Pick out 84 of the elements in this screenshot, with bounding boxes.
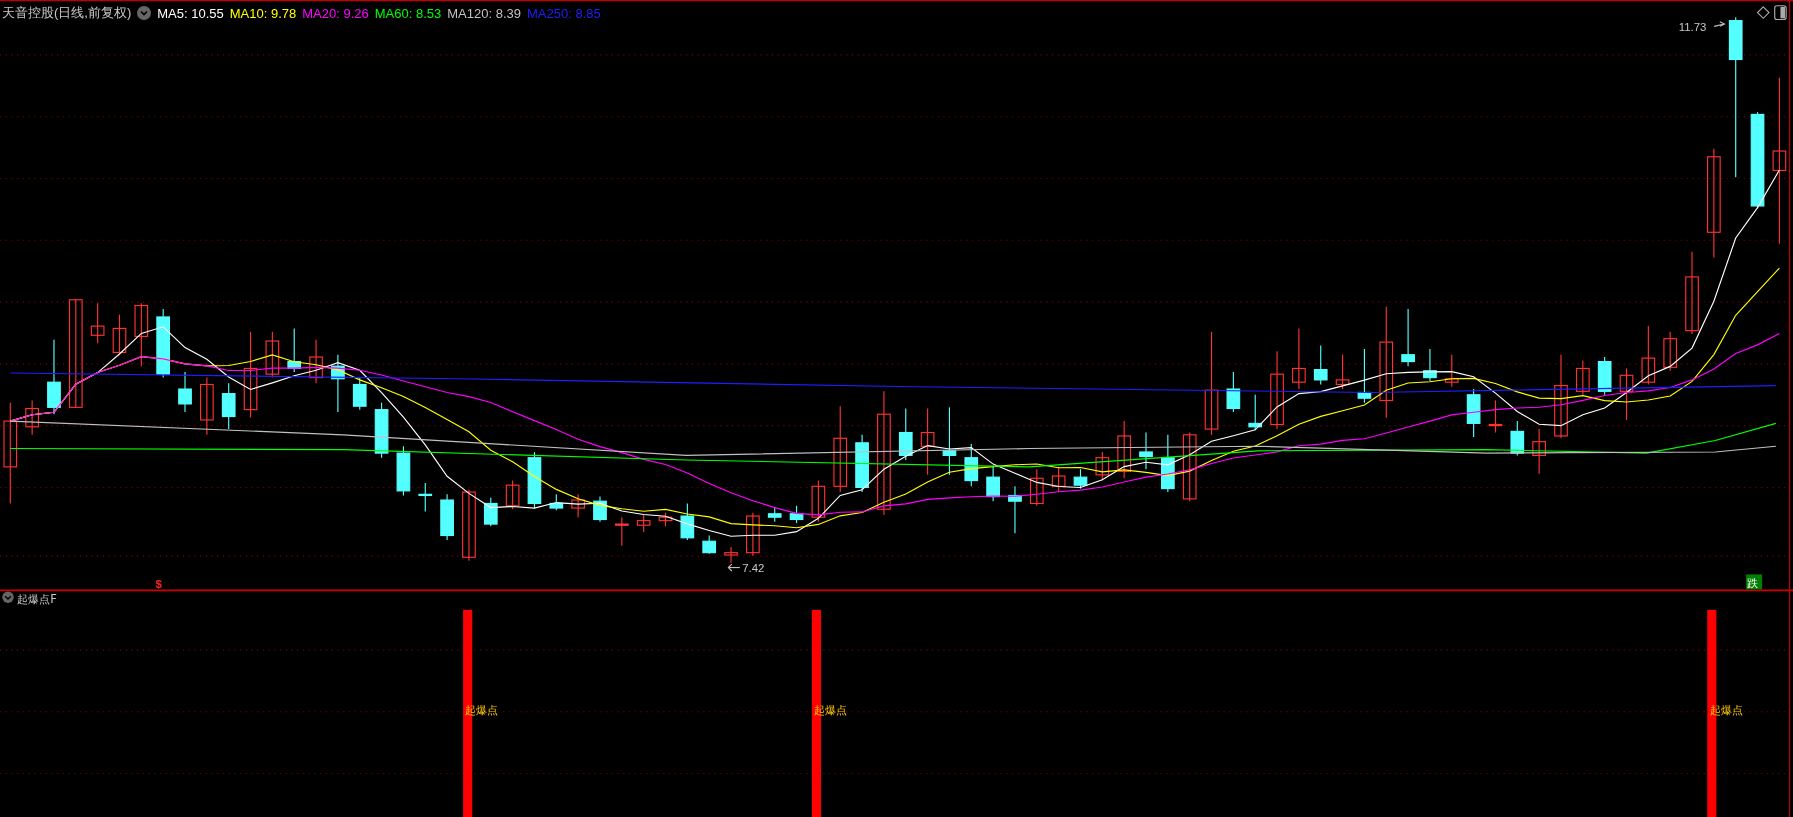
- candlestick: [1073, 468, 1088, 490]
- candlestick: [1248, 394, 1263, 431]
- moving-average-value: MA120: 8.39: [447, 5, 521, 21]
- candlestick: [396, 445, 411, 497]
- panel-toggle-icon[interactable]: [1774, 5, 1787, 20]
- candlestick: [221, 382, 236, 430]
- candlestick: [702, 534, 717, 555]
- candlestick: [1226, 371, 1241, 413]
- candlestick: [680, 502, 695, 541]
- high-price-label: 11.73: [1678, 20, 1707, 33]
- candlestick: [1423, 348, 1437, 382]
- moving-average-value: MA20: 9.26: [302, 5, 369, 21]
- moving-average-value: MA10: 9.78: [229, 5, 297, 21]
- candlestick: [1466, 388, 1481, 438]
- candlestick: [156, 308, 171, 379]
- candlestick: [1597, 356, 1612, 396]
- candlestick: [1335, 354, 1350, 390]
- candlestick: [1488, 399, 1503, 434]
- candlestick: [920, 407, 935, 476]
- candlestick: [1313, 345, 1328, 386]
- candlestick: [986, 465, 1000, 502]
- fall-signal-badge: 跌: [1746, 574, 1763, 590]
- candlestick: [746, 512, 760, 557]
- candlestick: [1619, 367, 1634, 421]
- candlestick: [1095, 451, 1110, 482]
- candlestick: [1117, 420, 1132, 479]
- candlestick: [440, 493, 454, 541]
- candlestick: [658, 512, 673, 527]
- candlestick: [1051, 466, 1066, 493]
- candlestick: [1510, 420, 1525, 456]
- candlestick: [767, 506, 782, 523]
- candlestick: [1161, 434, 1175, 493]
- low-price-arrow: [727, 563, 741, 572]
- candlestick: [352, 377, 367, 411]
- candlestick: [1532, 428, 1546, 475]
- candlestick: [789, 505, 804, 524]
- candlestick: [942, 406, 957, 476]
- candlestick: [483, 497, 498, 527]
- candlestick: [309, 339, 323, 384]
- candlestick: [1182, 431, 1197, 502]
- candlestick: [898, 407, 913, 461]
- diamond-icon[interactable]: [1756, 6, 1770, 20]
- candlestick: [112, 314, 127, 356]
- moving-average-value: MA250: 8.85: [527, 5, 601, 21]
- candlestick: [418, 482, 433, 513]
- candlestick: [1029, 468, 1044, 507]
- candlestick: [505, 480, 520, 510]
- candlestick: [25, 399, 39, 436]
- candlestick: [200, 377, 214, 436]
- candlestick: [1641, 325, 1656, 386]
- chart-title: 天音控股(日线,前复权): [2, 4, 132, 22]
- candlestick: [964, 443, 979, 487]
- moving-average-value: MA60: 8.53: [374, 5, 442, 21]
- candlestick: [1575, 359, 1590, 396]
- candlestick: [1139, 431, 1153, 470]
- candlestick: [549, 493, 564, 511]
- low-price-label: 7.42: [742, 562, 765, 575]
- moving-average-value: MA5: 10.55: [157, 5, 224, 21]
- candlestick: [614, 516, 629, 547]
- candlestick: [90, 302, 105, 344]
- candlestick: [134, 302, 149, 367]
- candlestick: [855, 434, 869, 493]
- candlestick: [1401, 308, 1415, 367]
- candlestick: [811, 480, 826, 523]
- candlestick: [374, 402, 389, 459]
- candlestick: [527, 451, 542, 509]
- candlestick: [724, 546, 738, 564]
- candlestick: [331, 354, 345, 413]
- dropdown-icon[interactable]: [137, 6, 152, 20]
- candlestick: [593, 496, 607, 523]
- candlestick: [178, 371, 192, 413]
- candlestick: [265, 331, 280, 379]
- indicator-name: 起爆点F: [17, 592, 57, 606]
- candlestick: [1444, 354, 1459, 388]
- collapse-icon[interactable]: [2, 591, 14, 603]
- candlestick: [1292, 327, 1306, 390]
- candlestick: [287, 327, 302, 373]
- candlestick: [1663, 331, 1678, 372]
- high-price-arrow: [1713, 21, 1726, 27]
- candlestick: [1008, 485, 1022, 534]
- candlestick: [571, 493, 585, 518]
- candlestick: [636, 514, 651, 533]
- buy-signal-mark: $: [155, 578, 162, 591]
- candlestick: [1357, 348, 1372, 404]
